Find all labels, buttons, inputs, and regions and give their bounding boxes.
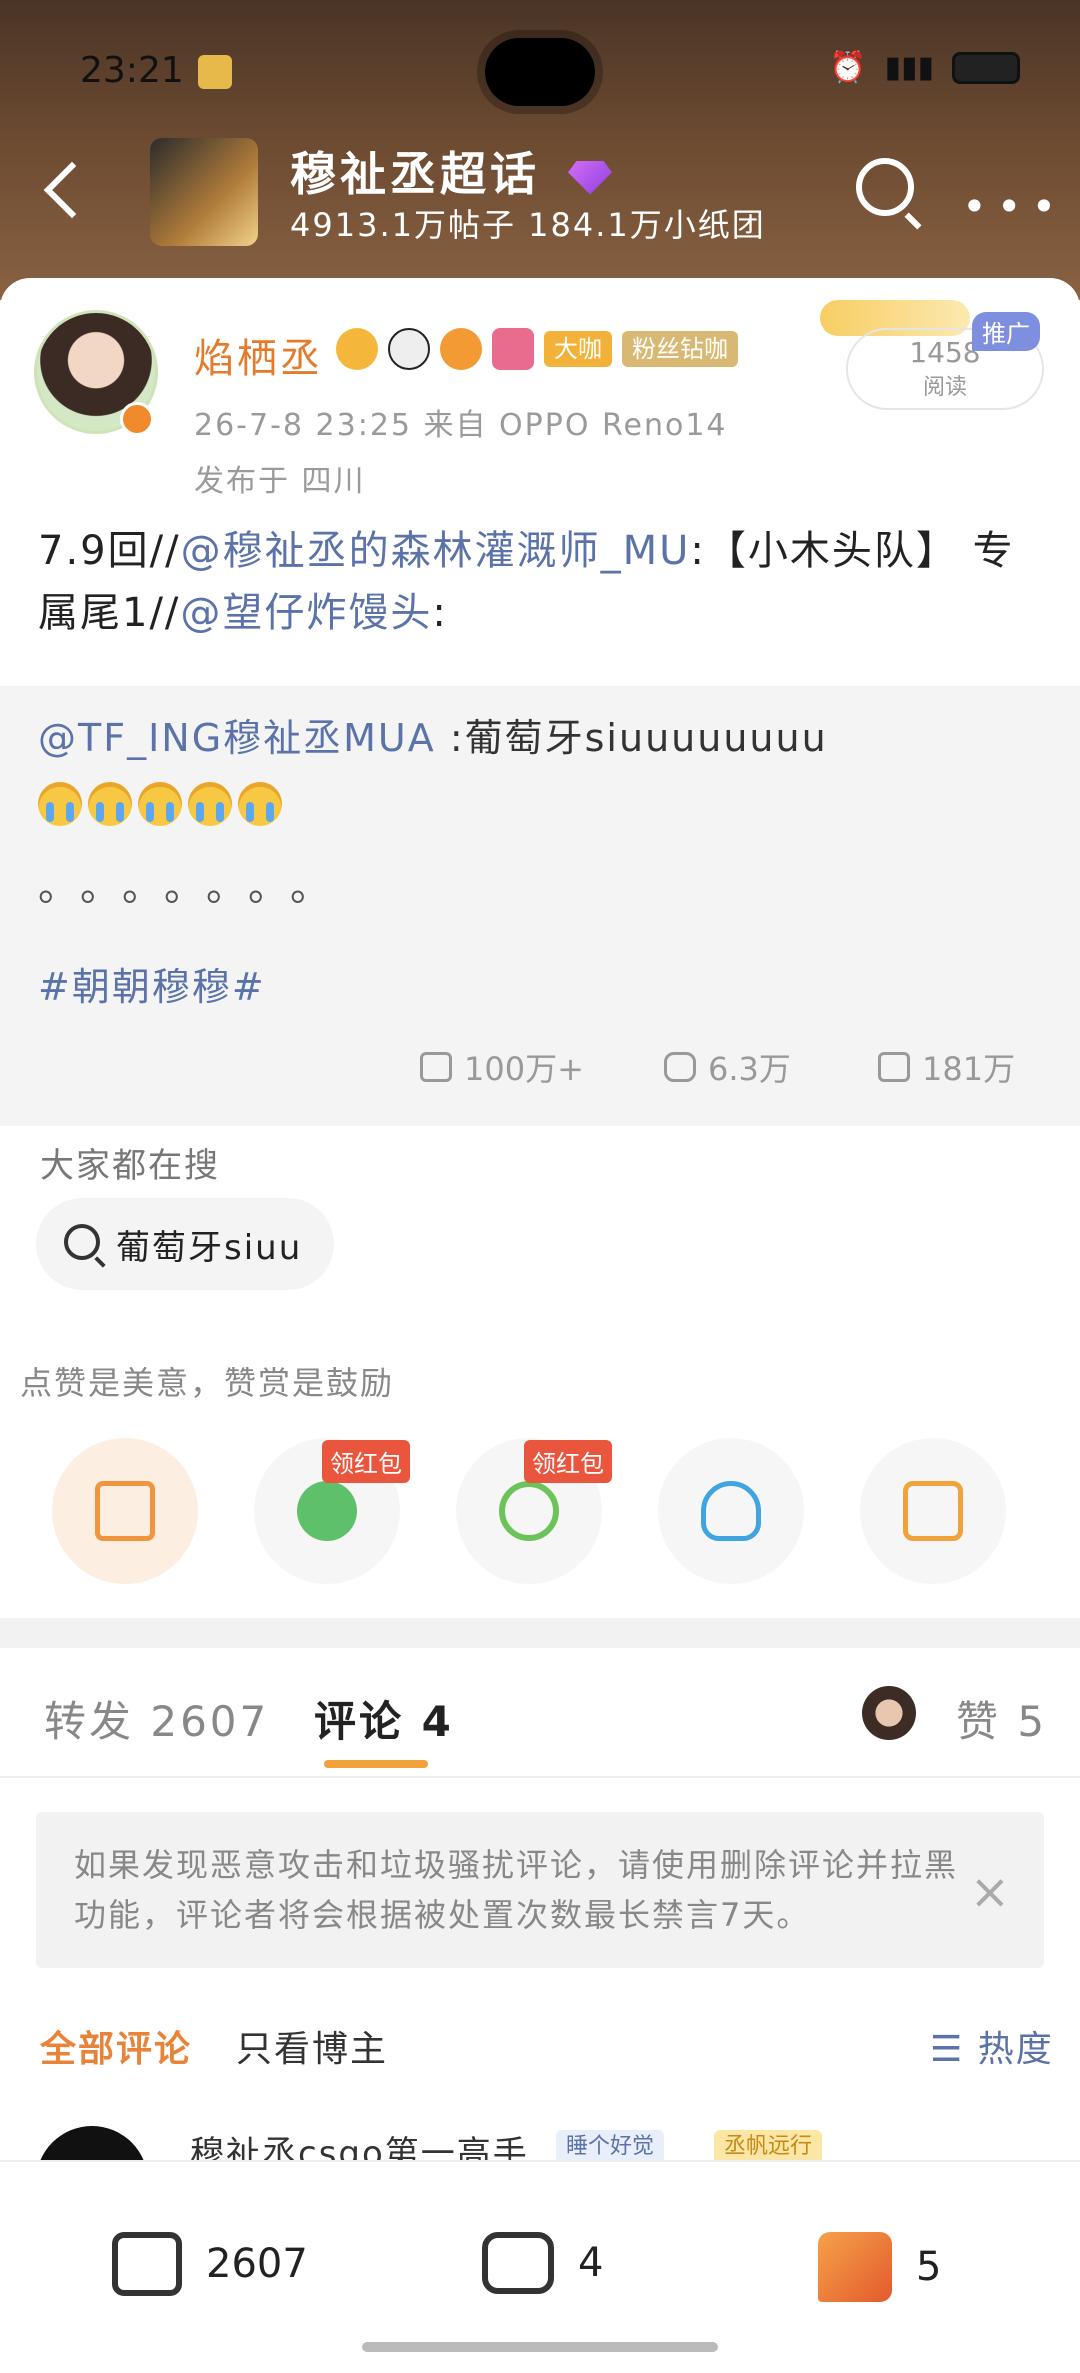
liker-avatar[interactable] [862, 1686, 916, 1740]
save-image-icon [903, 1481, 963, 1541]
reposted-content[interactable]: @TF_ING穆祉丞MUA :葡萄牙siuuuuuuuu 。。。。。。。 #朝朝… [0, 686, 1080, 1126]
crying-emoji-icon [188, 782, 232, 826]
moments-icon [499, 1481, 559, 1541]
quote-body: :葡萄牙siuuuuuuuu [435, 716, 828, 760]
level-icon[interactable] [492, 328, 534, 370]
share-icon [112, 2232, 182, 2296]
fish-icon[interactable] [440, 328, 482, 370]
repost-stat[interactable]: 100万+ [420, 1042, 584, 1092]
search-icon [64, 1224, 100, 1260]
tab-repost[interactable]: 转发 2607 [44, 1688, 269, 1749]
redpack-badge: 领红包 [322, 1440, 410, 1483]
panda-icon[interactable] [388, 328, 430, 370]
bottom-comment-count: 4 [578, 2240, 604, 2286]
hot-search-chip[interactable]: 葡萄牙siuu [36, 1198, 334, 1290]
section-divider [0, 1618, 1080, 1648]
post-text-prefix: 7.9回// [38, 528, 181, 574]
post-text-suffix: : [432, 590, 448, 636]
commenter-badge[interactable]: 睡个好觉 [556, 2130, 665, 2164]
tab-like[interactable]: 赞 5 [956, 1688, 1047, 1749]
comment-icon [482, 2232, 554, 2294]
quote-dots: 。。。。。。。 [38, 864, 352, 910]
reward-tip: 点赞是美意，赞赏是鼓励 [20, 1364, 395, 1402]
redpack-badge: 领红包 [524, 1440, 612, 1483]
emoji-row [38, 782, 282, 826]
bottom-repost-button[interactable]: 2607 [112, 2232, 308, 2296]
interaction-tabs: 转发 2607 评论 4 赞 5 [0, 1648, 1080, 1778]
tab-comment[interactable]: 评论 4 [314, 1688, 454, 1749]
reward-button[interactable] [52, 1438, 198, 1584]
comment-count: 6.3万 [708, 1050, 791, 1088]
hot-search-term: 葡萄牙siuu [116, 1228, 303, 1268]
commenter-fan-badge[interactable]: 丞帆远行 [714, 2130, 823, 2164]
author-name[interactable]: 焰栖丞 [194, 326, 323, 384]
topic-avatar[interactable] [150, 138, 258, 246]
topic-title[interactable]: 穆祉丞超话 [290, 138, 613, 204]
camera-cutout [485, 38, 595, 106]
filter-owner-only[interactable]: 只看博主 [236, 2020, 388, 2072]
crying-emoji-icon [238, 782, 282, 826]
like-count: 181万 [922, 1050, 1016, 1088]
crying-emoji-icon [88, 782, 132, 826]
read-label: 阅读 [922, 375, 967, 400]
quote-text: @TF_ING穆祉丞MUA :葡萄牙siuuuuuuuu [38, 708, 1038, 768]
battery-icon [952, 51, 1020, 84]
close-icon[interactable]: × [970, 1864, 1010, 1920]
search-icon[interactable] [856, 158, 914, 216]
sort-hot[interactable]: ☰ 热度 [930, 2020, 1054, 2072]
comment-stat[interactable]: 6.3万 [664, 1042, 791, 1092]
verified-icon [120, 402, 154, 436]
repost-icon [420, 1052, 452, 1082]
status-icons: ⏰ ▮▮▮ [829, 50, 1020, 85]
diamond-icon [568, 160, 613, 195]
qq-icon [701, 1481, 761, 1541]
topic-title-text: 穆祉丞超话 [290, 147, 540, 201]
notice-text: 如果发现恶意攻击和垃圾骚扰评论，请使用删除评论并拉黑功能，评论者将会根据被处置次… [74, 1846, 959, 1934]
crying-emoji-icon [138, 782, 182, 826]
tag-daka[interactable]: 大咖 [544, 331, 612, 367]
mention-link[interactable]: @望仔炸馒头 [180, 590, 432, 636]
wechat-icon [297, 1481, 357, 1541]
hashtag-link[interactable]: #朝朝穆穆# [38, 956, 266, 1011]
post-location: 发布于 四川 [194, 464, 366, 499]
thumb-up-icon [878, 1052, 910, 1082]
quote-mention[interactable]: @TF_ING穆祉丞MUA [38, 716, 436, 760]
topic-stats: 4913.1万帖子 184.1万小纸团 [290, 206, 766, 244]
save-image-button[interactable] [860, 1438, 1006, 1584]
back-icon[interactable] [40, 160, 90, 220]
author-badges: 大咖 粉丝钻咖 [336, 328, 738, 370]
repost-count: 100万+ [464, 1050, 584, 1088]
home-indicator[interactable] [362, 2342, 718, 2352]
like-stat[interactable]: 181万 [878, 1042, 1015, 1092]
post-body: 7.9回//@穆祉丞的森林灌溉师_MU:【小木头队】 专属尾1//@望仔炸馒头: [38, 520, 1048, 644]
weibo-notification-icon [198, 55, 232, 89]
alarm-icon: ⏰ [829, 50, 867, 85]
topic-header: 23:21 ⏰ ▮▮▮ 穆祉丞超话 4913.1万帖子 184.1万小纸团 ••… [0, 0, 1080, 300]
share-qq-button[interactable] [658, 1438, 804, 1584]
bottom-like-count: 5 [916, 2244, 942, 2290]
more-icon[interactable]: ••• [962, 182, 1066, 231]
comment-filters: 全部评论 只看博主 ☰ 热度 [0, 2020, 1080, 2080]
crown-icon[interactable] [336, 328, 378, 370]
signal-icon: ▮▮▮ [884, 50, 934, 85]
active-tab-indicator [324, 1760, 428, 1768]
bottom-comment-button[interactable]: 4 [482, 2232, 603, 2294]
mention-link[interactable]: @穆祉丞的森林灌溉师_MU [181, 528, 691, 574]
tag-fan-diamond[interactable]: 粉丝钻咖 [622, 331, 738, 367]
sort-label: 热度 [977, 2029, 1054, 2070]
v-plus-icon [95, 1481, 155, 1541]
post-meta: 26-7-8 23:25 来自 OPPO Reno14 [194, 408, 728, 443]
filter-all-comments[interactable]: 全部评论 [40, 2020, 192, 2072]
thumb-up-icon [818, 2232, 892, 2302]
promo-tag[interactable]: 推广 [972, 312, 1040, 351]
bottom-repost-count: 2607 [206, 2241, 308, 2287]
status-time: 23:21 [80, 50, 184, 91]
comment-notice: 如果发现恶意攻击和垃圾骚扰评论，请使用删除评论并拉黑功能，评论者将会根据被处置次… [36, 1812, 1044, 1968]
bottom-like-button[interactable]: 5 [818, 2232, 941, 2302]
comment-icon [664, 1052, 696, 1082]
crying-emoji-icon [38, 782, 82, 826]
hot-search-label: 大家都在搜 [40, 1146, 220, 1186]
